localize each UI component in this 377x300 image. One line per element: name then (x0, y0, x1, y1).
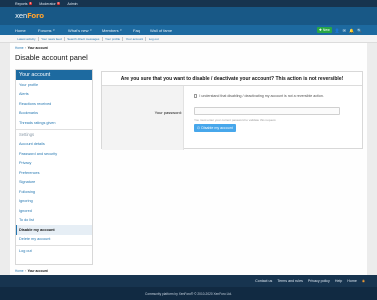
user-icon[interactable]: 👤 (335, 28, 340, 33)
password-label: Your password: (154, 110, 182, 115)
sidebar-divider (16, 245, 92, 246)
disable-account-button-label: Disable my account (201, 126, 233, 130)
site-header: xenForo (0, 7, 377, 25)
chevron-down-icon[interactable]: ▼ (90, 29, 93, 32)
breadcrumb-separator: › (25, 46, 27, 50)
subnav-news-feed[interactable]: Your news feed (39, 36, 65, 41)
account-sidebar: Your account Your profile Alerts Reactio… (15, 69, 93, 265)
sidebar-item-ignoring[interactable]: Ignoring (16, 197, 92, 207)
confirm-checkbox-row[interactable]: I understand that disabling / deactivati… (194, 94, 324, 98)
footer-home[interactable]: Home (347, 279, 357, 283)
site-logo[interactable]: xenForo (15, 12, 44, 20)
sidebar-item-following[interactable]: Following (16, 187, 92, 197)
sub-nav: Latest activity Your news feed Search di… (0, 35, 377, 43)
new-button[interactable]: ✚ New (317, 27, 332, 33)
password-hint: You must enter your current password to … (194, 118, 277, 122)
copyright: Community platform by XenForo® © 2010-20… (0, 287, 377, 300)
confirm-checkbox-label: I understand that disabling / deactivati… (199, 94, 324, 98)
breadcrumb-separator: › (25, 269, 27, 273)
subnav-your-profile[interactable]: Your profile (103, 36, 124, 41)
sidebar-item-todo-list[interactable]: To do list (16, 216, 92, 226)
power-icon: ⏻ (197, 126, 200, 130)
sidebar-item-privacy[interactable]: Privacy (16, 159, 92, 169)
sidebar-section-settings: Settings (19, 132, 35, 138)
subnav-log-out[interactable]: Log out (146, 37, 161, 41)
envelope-icon[interactable]: ✉ (343, 28, 346, 33)
logo-suffix: Foro (27, 12, 44, 20)
bell-icon[interactable]: 🔔 (349, 28, 354, 33)
moderator-label: Moderator (39, 1, 56, 6)
sidebar-item-delete-account[interactable]: Delete my account (16, 235, 92, 245)
breadcrumb-current[interactable]: Your account (28, 269, 48, 273)
reports-count-badge: 1 (28, 0, 33, 6)
sidebar-item-thread-ratings[interactable]: Threads ratings given (16, 118, 92, 128)
nav-faq[interactable]: Faq (133, 25, 140, 35)
moderator-link[interactable]: Moderator 0 (39, 0, 61, 6)
breadcrumb-home[interactable]: Home (15, 46, 24, 50)
sidebar-item-password-security[interactable]: Password and security (16, 149, 92, 159)
footer-contact-us[interactable]: Contact us (255, 279, 272, 283)
disable-account-panel: Are you sure that you want to disable / … (101, 71, 363, 150)
sidebar-header[interactable]: Your account (16, 70, 92, 80)
nav-forums[interactable]: Forums ▼ (38, 25, 55, 35)
admin-link[interactable]: Admin (67, 2, 77, 6)
page-title: Disable account panel (15, 53, 88, 62)
footer-privacy[interactable]: Privacy policy (308, 279, 330, 283)
nav-wall-of-fame[interactable]: Wall of fame (150, 25, 172, 35)
subnav-search-messages[interactable]: Search direct messages (65, 36, 103, 41)
page-content: Home › Your account Disable account pane… (10, 43, 367, 275)
plus-icon: ✚ (319, 28, 322, 32)
breadcrumb-current[interactable]: Your account (28, 46, 48, 50)
breadcrumb-bottom: Home › Your account (15, 269, 48, 273)
chevron-down-icon[interactable]: ▼ (120, 29, 123, 32)
subnav-latest-activity[interactable]: Latest activity (15, 36, 39, 41)
sidebar-divider (16, 128, 92, 129)
disable-account-button[interactable]: ⏻ Disable my account (194, 124, 236, 132)
nav-whats-new[interactable]: What's new ▼ (68, 25, 92, 35)
nav-right-tools: ✚ New 👤 ✉ 🔔 🔍 (317, 25, 362, 35)
search-icon[interactable]: 🔍 (357, 28, 362, 33)
footer-links: Contact us Terms and rules Privacy polic… (0, 275, 377, 287)
nav-members-label: Members (102, 27, 119, 33)
sidebar-item-reactions[interactable]: Reactions received (16, 99, 92, 109)
staff-bar: Reports 1 Moderator 0 Admin (0, 0, 377, 7)
new-button-label: New (322, 28, 330, 32)
reports-link[interactable]: Reports 1 (15, 0, 33, 6)
nav-members[interactable]: Members ▼ (102, 25, 122, 35)
sidebar-item-preferences[interactable]: Preferences (16, 168, 92, 178)
form-label-column (102, 86, 184, 150)
main-nav: Home Forums ▼ What's new ▼ Members ▼ Faq Wa… (0, 25, 377, 35)
password-field[interactable] (194, 107, 340, 115)
nav-home[interactable]: Home (15, 25, 26, 35)
rss-icon[interactable]: ◉ (362, 279, 365, 283)
reports-label: Reports (15, 1, 28, 6)
sidebar-item-account-details[interactable]: Account details (16, 140, 92, 150)
sidebar-item-log-out[interactable]: Log out (16, 247, 92, 257)
panel-body: I understand that disabling / deactivati… (102, 86, 362, 150)
sidebar-item-ignored[interactable]: Ignored (16, 206, 92, 216)
breadcrumb-home[interactable]: Home (15, 269, 24, 273)
footer-terms[interactable]: Terms and rules (277, 279, 303, 283)
breadcrumb: Home › Your account (15, 46, 48, 50)
footer-help[interactable]: Help (335, 279, 342, 283)
chevron-down-icon[interactable]: ▼ (53, 29, 56, 32)
sidebar-item-your-profile[interactable]: Your profile (16, 80, 92, 90)
moderator-count-badge: 0 (56, 0, 61, 6)
logo-prefix: xen (15, 12, 28, 20)
panel-title: Are you sure that you want to disable / … (102, 72, 362, 86)
sidebar-item-alerts[interactable]: Alerts (16, 90, 92, 100)
sidebar-item-bookmarks[interactable]: Bookmarks (16, 109, 92, 119)
nav-forums-label: Forums (38, 27, 52, 33)
sidebar-item-signature[interactable]: Signature (16, 178, 92, 188)
sidebar-item-disable-account[interactable]: Disable my account (16, 225, 92, 235)
nav-whats-new-label: What's new (68, 27, 89, 33)
subnav-your-account[interactable]: Your account (123, 36, 147, 41)
confirm-checkbox[interactable] (194, 94, 198, 98)
